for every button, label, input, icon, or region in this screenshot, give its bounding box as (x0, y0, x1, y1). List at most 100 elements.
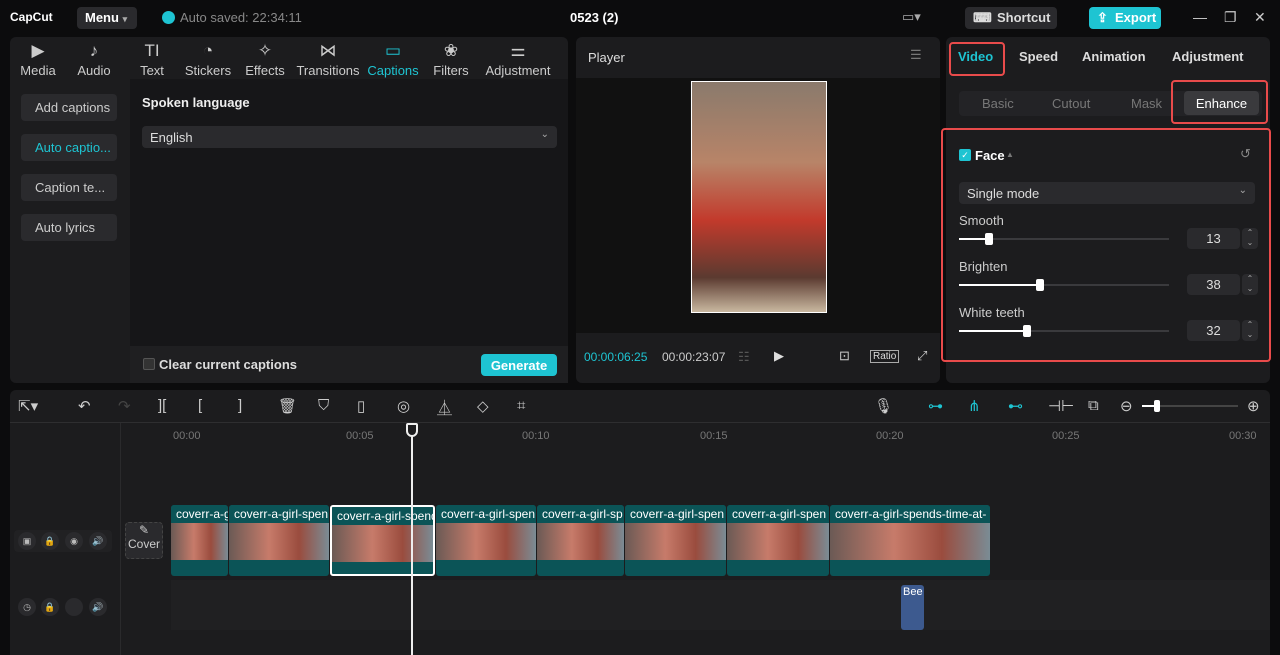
video-clip[interactable]: coverr-a-girl-spen (229, 505, 329, 576)
timeline-grid-icon[interactable]: ☷ (738, 349, 750, 365)
maximize-icon[interactable]: ❐ (1224, 9, 1237, 26)
caption-templates-button[interactable]: Caption te... (21, 174, 117, 201)
tab-animation[interactable]: Animation (1082, 49, 1146, 64)
zoom-in-icon[interactable]: ⊕ (1247, 397, 1260, 415)
tab-adjustment-right[interactable]: Adjustment (1172, 49, 1244, 64)
auto-captions-button[interactable]: Auto captio... (21, 134, 117, 161)
tab-filters[interactable]: ❀ Filters (431, 41, 471, 78)
fullscreen-icon[interactable]: ⤢ (917, 348, 927, 364)
play-icon[interactable]: ▶ (774, 348, 784, 364)
link-icon[interactable]: ⊶ (928, 397, 943, 415)
collapse-icon[interactable]: ▲ (1006, 150, 1014, 159)
mirror-icon[interactable]: ⏅ (437, 397, 452, 418)
brighten-value[interactable]: 38 (1187, 274, 1240, 295)
tab-transitions[interactable]: ⋈ Transitions (296, 41, 360, 78)
tab-speed[interactable]: Speed (1019, 49, 1058, 64)
brighten-slider[interactable] (959, 279, 1169, 291)
video-clip[interactable]: coverr-a-girl-spends-time-at- (830, 505, 990, 576)
split-icon[interactable]: ][ (158, 397, 166, 414)
layout-icon[interactable]: ▭▾ (902, 9, 921, 25)
subtab-enhance[interactable]: Enhance (1184, 91, 1259, 115)
playhead-handle[interactable] (406, 423, 418, 437)
fit-icon[interactable]: ⊡ (839, 348, 850, 364)
video-clip[interactable]: coverr-a-girl-sp (537, 505, 624, 576)
ratio-button[interactable]: Ratio (870, 350, 900, 363)
lock-icon[interactable]: 🔒 (41, 532, 59, 550)
slider-handle[interactable] (985, 233, 993, 245)
reset-icon[interactable]: ↺ (1240, 146, 1251, 162)
delete-icon[interactable]: 🗑 (278, 397, 297, 415)
tab-audio[interactable]: ♪ Audio (74, 41, 114, 78)
export-button[interactable]: ⇪ Export (1089, 7, 1161, 29)
preview-axis-icon[interactable]: ⧉ (1088, 397, 1099, 414)
microphone-icon[interactable]: 🎙 (874, 397, 893, 415)
reverse-icon[interactable]: ◎ (397, 397, 410, 415)
white-teeth-value[interactable]: 32 (1187, 320, 1240, 341)
lock-icon[interactable]: 🔒 (41, 598, 59, 616)
select-tool-icon[interactable]: ⇱▾ (18, 397, 38, 415)
split-preview-icon[interactable]: ⊣⊢ (1048, 397, 1074, 415)
tab-text[interactable]: TI Text (132, 41, 172, 78)
auto-lyrics-button[interactable]: Auto lyrics (21, 214, 117, 241)
face-checkbox[interactable]: ✓ (959, 149, 971, 161)
add-captions-button[interactable]: Add captions (21, 94, 117, 121)
video-clip-selected[interactable]: coverr-a-girl-spend (330, 505, 435, 576)
close-icon[interactable]: ✕ (1254, 9, 1266, 26)
slider-handle[interactable] (1154, 400, 1160, 412)
shortcut-button[interactable]: ⌨ Shortcut (965, 7, 1057, 29)
zoom-slider[interactable] (1142, 400, 1238, 412)
slider-handle[interactable] (1036, 279, 1044, 291)
mode-select[interactable]: Single mode ⌄ (959, 182, 1255, 204)
video-clip[interactable]: coverr-a-girl-spen (727, 505, 829, 576)
language-select[interactable]: English ⌄ (142, 126, 557, 148)
audio-track-icon[interactable]: ◷ (18, 598, 36, 616)
tab-effects[interactable]: ✧ Effects (243, 41, 287, 78)
minimize-icon[interactable]: — (1193, 9, 1207, 25)
generate-button[interactable]: Generate (481, 354, 557, 376)
smooth-value[interactable]: 13 (1187, 228, 1240, 249)
redo-icon[interactable]: ↷ (118, 397, 131, 415)
subtab-basic[interactable]: Basic (982, 96, 1014, 111)
cover-button[interactable]: ✎ Cover (125, 522, 163, 559)
playhead[interactable] (411, 423, 413, 655)
zoom-out-icon[interactable]: ⊖ (1120, 397, 1133, 415)
smooth-slider[interactable] (959, 233, 1169, 245)
undo-icon[interactable]: ↶ (78, 397, 91, 415)
tab-captions[interactable]: ▭ Captions (366, 41, 420, 78)
tab-adjustment[interactable]: ⚌ Adjustment (483, 41, 553, 78)
white-teeth-stepper[interactable]: ⌃ ⌄ (1242, 320, 1258, 341)
trim-right-icon[interactable]: ] (238, 397, 242, 414)
marker-icon[interactable]: ⛉ (318, 397, 329, 414)
autosave-status: Auto saved: 22:34:11 (162, 10, 302, 25)
tab-media[interactable]: ▶ Media (18, 41, 58, 78)
video-clip[interactable]: coverr-a-g (171, 505, 228, 576)
slider-handle[interactable] (1023, 325, 1031, 337)
speaker-icon[interactable]: 🔊 (89, 598, 107, 616)
speaker-icon[interactable]: 🔊 (89, 532, 107, 550)
clear-captions-checkbox[interactable] (143, 358, 155, 370)
tab-video[interactable]: Video (958, 49, 993, 64)
rotate-icon[interactable]: ◇ (477, 397, 489, 415)
snap-icon[interactable]: ⋔ (968, 397, 981, 415)
audio-clip[interactable]: Bee (901, 585, 924, 630)
freeze-icon[interactable]: ▯ (357, 397, 365, 415)
white-teeth-slider[interactable] (959, 325, 1169, 337)
tab-stickers[interactable]: ◔ Stickers (184, 41, 232, 78)
track-thumbnail-icon[interactable]: ▣ (18, 532, 36, 550)
clip-thumbnail (625, 523, 726, 560)
video-frame[interactable] (691, 81, 827, 313)
player-menu-icon[interactable]: ☰ (910, 47, 922, 63)
menu-button[interactable]: Menu ▾ (77, 7, 137, 29)
trim-left-icon[interactable]: [ (198, 397, 202, 414)
video-clip[interactable]: coverr-a-girl-spen (625, 505, 726, 576)
crop-icon[interactable]: ⌗ (517, 397, 525, 414)
main-track-icon[interactable]: ⊷ (1008, 397, 1023, 415)
smooth-stepper[interactable]: ⌃ ⌄ (1242, 228, 1258, 249)
face-label: Face (975, 148, 1005, 163)
check-icon (162, 11, 175, 24)
subtab-mask[interactable]: Mask (1131, 96, 1162, 111)
subtab-cutout[interactable]: Cutout (1052, 96, 1090, 111)
eye-icon[interactable]: ◉ (65, 532, 83, 550)
video-clip[interactable]: coverr-a-girl-spen (436, 505, 536, 576)
brighten-stepper[interactable]: ⌃ ⌄ (1242, 274, 1258, 295)
